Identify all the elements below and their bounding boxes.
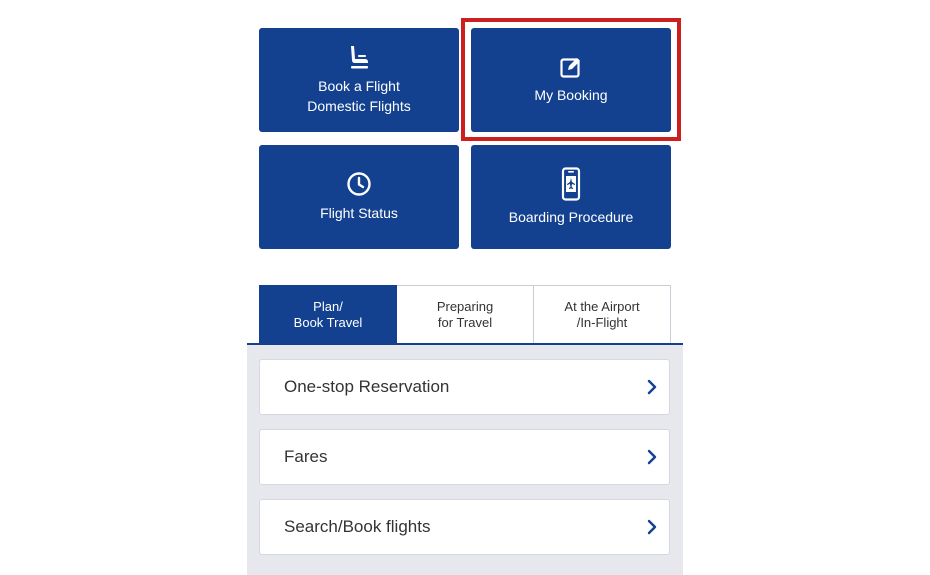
- chevron-right-icon: [647, 519, 657, 535]
- list-item-search-book-flights[interactable]: Search/Book flights: [259, 499, 670, 555]
- list-item-fares[interactable]: Fares: [259, 429, 670, 485]
- tab-label: Preparing for Travel: [436, 298, 494, 330]
- mobile-boarding-pass-icon: [561, 167, 581, 201]
- tab-bar: Plan/ Book Travel Preparing for Travel A…: [259, 285, 671, 343]
- menu-list: One-stop Reservation Fares Search/Book f…: [247, 343, 683, 575]
- book-flight-tile[interactable]: Book a Flight Domestic Flights: [259, 28, 459, 132]
- list-item-one-stop-reservation[interactable]: One-stop Reservation: [259, 359, 670, 415]
- domestic-flights-label: Domestic Flights: [307, 98, 411, 114]
- chevron-right-icon: [647, 449, 657, 465]
- tab-label: Plan/ Book Travel: [293, 298, 363, 330]
- tab-preparing-for-travel[interactable]: Preparing for Travel: [397, 285, 534, 343]
- list-item-label: One-stop Reservation: [284, 377, 450, 396]
- my-booking-tile[interactable]: My Booking: [471, 28, 671, 132]
- my-booking-label: My Booking: [534, 87, 608, 103]
- boarding-procedure-label: Boarding Procedure: [508, 209, 634, 225]
- book-flight-label: Book a Flight: [318, 78, 400, 94]
- tab-label: At the Airport /In-Flight: [564, 298, 640, 330]
- boarding-procedure-tile[interactable]: Boarding Procedure: [471, 145, 671, 249]
- flight-status-tile[interactable]: Flight Status: [259, 145, 459, 249]
- seat-icon: [347, 44, 371, 70]
- page: Book a Flight Domestic Flights My Bookin…: [0, 0, 930, 575]
- list-item-label: Fares: [284, 447, 328, 466]
- list-item-label: Search/Book flights: [284, 517, 431, 536]
- clock-icon: [346, 171, 372, 197]
- tab-at-the-airport[interactable]: At the Airport /In-Flight: [534, 285, 671, 343]
- tab-plan-book-travel[interactable]: Plan/ Book Travel: [259, 285, 397, 343]
- flight-status-label: Flight Status: [320, 205, 398, 221]
- edit-icon: [559, 55, 583, 79]
- chevron-right-icon: [647, 379, 657, 395]
